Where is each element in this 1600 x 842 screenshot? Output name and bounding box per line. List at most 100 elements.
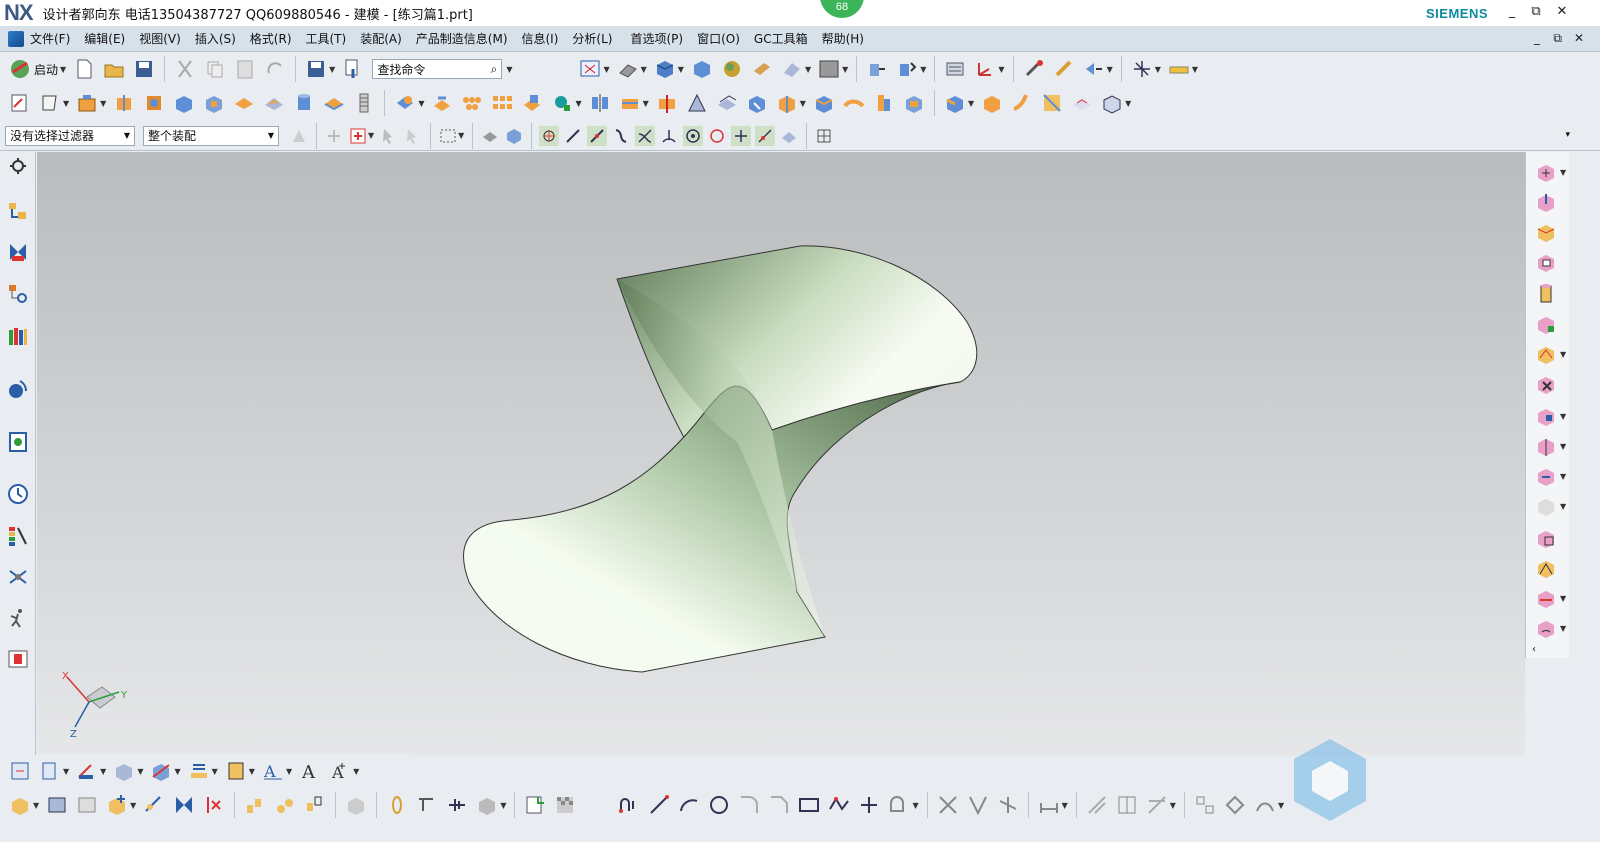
menu-window[interactable]: 窗口(O)	[697, 30, 740, 47]
resize-blend-icon[interactable]	[1534, 282, 1558, 306]
select-body-icon[interactable]	[504, 126, 524, 146]
menu-view[interactable]: 视图(V)	[139, 30, 181, 47]
datum-plane-icon[interactable]	[38, 91, 62, 115]
wrap-geometry-icon[interactable]	[775, 91, 799, 115]
chevron-down-icon[interactable]: ▼	[249, 767, 255, 776]
chevron-down-icon[interactable]: ▼	[60, 65, 66, 74]
snap-point-on-surface-icon[interactable]	[779, 126, 799, 146]
menu-information[interactable]: 信息(I)	[522, 30, 559, 47]
assembly-navigator-icon[interactable]	[6, 200, 30, 224]
project-curve-icon[interactable]	[273, 793, 297, 817]
start-label[interactable]: 启动	[34, 61, 58, 78]
make-symmetric-icon[interactable]	[1115, 793, 1139, 817]
paste-icon[interactable]	[233, 57, 257, 81]
add-selection-icon[interactable]	[348, 126, 368, 146]
chevron-down-icon[interactable]: ▼	[1560, 624, 1566, 633]
slot-icon[interactable]	[262, 91, 286, 115]
offset-face-icon[interactable]	[715, 91, 739, 115]
surface-lower[interactable]	[463, 381, 961, 673]
projected-view-icon[interactable]	[75, 759, 99, 783]
chevron-down-icon[interactable]: ▼	[174, 767, 180, 776]
graphics-window[interactable]: X Y Z	[37, 152, 1525, 756]
fit-view-icon[interactable]	[578, 57, 602, 81]
chevron-down-icon[interactable]: ▼	[33, 801, 39, 810]
scale-body-icon[interactable]	[745, 91, 769, 115]
chevron-down-icon[interactable]: ▼	[1192, 65, 1198, 74]
chevron-down-icon[interactable]: ▼	[920, 65, 926, 74]
chevron-down-icon[interactable]: ▼	[968, 99, 974, 108]
orient-view-icon[interactable]	[690, 57, 714, 81]
snap-point-on-curve-icon[interactable]	[755, 125, 776, 146]
general-selection-icon[interactable]	[289, 126, 309, 146]
start-icon[interactable]	[8, 57, 32, 81]
chevron-down-icon[interactable]: ▼	[353, 767, 359, 776]
arc-icon[interactable]	[677, 793, 701, 817]
datum-feature-symbol-icon[interactable]: A	[328, 759, 352, 783]
angular-dimension-icon[interactable]	[1534, 616, 1558, 640]
ellipse-icon[interactable]	[887, 793, 911, 817]
copy-face-icon[interactable]	[1534, 404, 1558, 428]
chevron-down-icon[interactable]: ▼	[1278, 801, 1284, 810]
chevron-down-icon[interactable]: ▼	[458, 131, 464, 140]
move-face-icon[interactable]	[1534, 160, 1558, 184]
minimize-button[interactable]: _	[1502, 4, 1522, 19]
make-coplanar-icon[interactable]	[1534, 556, 1558, 580]
shaded-view-icon[interactable]	[653, 57, 677, 81]
grid-icon[interactable]	[1130, 57, 1154, 81]
inferred-constraints-icon[interactable]	[1253, 793, 1277, 817]
menu-pmi[interactable]: 产品制造信息(M)	[416, 30, 508, 47]
sketch-task-icon[interactable]	[523, 793, 547, 817]
reattach-icon[interactable]	[75, 793, 99, 817]
chevron-down-icon[interactable]: ▼	[641, 65, 647, 74]
point-icon[interactable]	[857, 793, 881, 817]
command-finder-input[interactable]: 查找命令 ⌕	[372, 59, 503, 79]
alternate-solution-icon[interactable]	[1223, 793, 1247, 817]
face-blend-icon[interactable]	[980, 91, 1004, 115]
drawing-sheet-icon[interactable]	[8, 759, 32, 783]
chevron-down-icon[interactable]: ▼	[842, 65, 848, 74]
chevron-down-icon[interactable]: ▼	[100, 767, 106, 776]
sweep-icon[interactable]	[842, 91, 866, 115]
update-views-icon[interactable]	[187, 759, 211, 783]
resize-chamfer-icon[interactable]	[1534, 312, 1558, 336]
doc-minimize-button[interactable]: _	[1534, 31, 1540, 45]
unite-icon[interactable]	[393, 91, 417, 115]
open-folder-icon[interactable]	[102, 57, 126, 81]
section-line-icon[interactable]	[149, 759, 173, 783]
layer-icon[interactable]	[750, 57, 774, 81]
chevron-down-icon[interactable]: ▼	[1125, 99, 1131, 108]
pattern-feature-icon[interactable]	[460, 91, 484, 115]
chevron-down-icon[interactable]: ▼	[506, 65, 512, 74]
menu-assemblies[interactable]: 装配(A)	[360, 30, 402, 47]
search-icon[interactable]: ⌕	[491, 62, 498, 77]
draft-icon[interactable]	[685, 91, 709, 115]
move-object-icon[interactable]	[865, 57, 889, 81]
web-browser-icon[interactable]	[6, 430, 30, 454]
paste-face-icon[interactable]	[1534, 434, 1558, 458]
chevron-down-icon[interactable]: ▼	[137, 767, 143, 776]
pattern-curve-icon[interactable]	[243, 793, 267, 817]
snap-curve-icon[interactable]	[611, 126, 631, 146]
mirror-feature-icon[interactable]	[588, 91, 612, 115]
n-sided-surface-icon[interactable]	[1040, 91, 1064, 115]
display-box-icon[interactable]	[817, 57, 841, 81]
chevron-down-icon[interactable]: ▼	[1560, 168, 1566, 177]
chevron-down-icon[interactable]: ▼	[1155, 65, 1161, 74]
chevron-down-icon[interactable]: ▼	[1560, 412, 1566, 421]
quick-trim-icon[interactable]	[936, 793, 960, 817]
chevron-down-icon[interactable]: ▼	[1560, 442, 1566, 451]
split-body-icon[interactable]	[655, 91, 679, 115]
convert-reference-icon[interactable]	[1193, 793, 1217, 817]
process-studio-icon[interactable]	[6, 565, 30, 589]
snap-existing-point-icon[interactable]	[731, 125, 752, 146]
geometric-constraints-icon[interactable]	[1085, 793, 1109, 817]
chevron-down-icon[interactable]: ▼	[998, 65, 1004, 74]
extract-geometry-icon[interactable]	[550, 91, 574, 115]
tube-icon[interactable]	[872, 91, 896, 115]
chevron-down-icon[interactable]: ▼	[212, 767, 218, 776]
cylinder-icon[interactable]	[292, 91, 316, 115]
menu-help[interactable]: 帮助(H)	[822, 30, 864, 47]
chevron-down-icon[interactable]: ▼	[63, 99, 69, 108]
constraint-navigator-icon[interactable]	[6, 240, 30, 264]
select-feature-icon[interactable]	[403, 126, 423, 146]
